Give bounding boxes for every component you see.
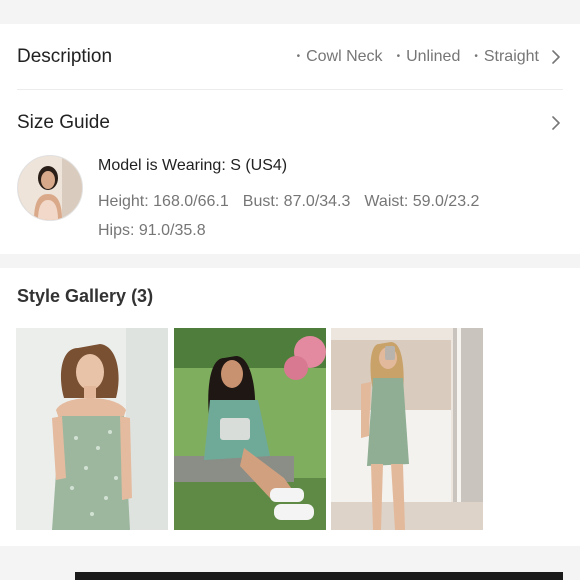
model-measurements: Model is Wearing: S (US4) Height: 168.0/… [17, 155, 563, 245]
gallery-photo-3[interactable] [331, 328, 483, 530]
size-guide-row[interactable]: Size Guide [17, 105, 563, 141]
tag-unlined: Unlined [397, 48, 460, 66]
tag-straight: Straight [474, 48, 539, 66]
chevron-right-icon[interactable] [549, 116, 563, 130]
style-gallery-title: Style Gallery (3) [17, 286, 154, 306]
measurement-list: Height: 168.0/66.1 Bust: 87.0/34.3 Waist: … [98, 187, 518, 245]
description-row[interactable]: Description Cowl Neck Unlined Straight [17, 39, 563, 75]
bust-value: Bust: 87.0/34.3 [242, 193, 351, 210]
description-title: Description [17, 46, 113, 67]
bottom-action-bar[interactable] [75, 572, 563, 580]
divider [17, 89, 563, 90]
description-tags: Cowl Neck Unlined Straight [283, 48, 563, 66]
details-card: Description Cowl Neck Unlined Straight S… [0, 24, 580, 254]
model-photo [18, 156, 82, 220]
gallery-photo-2[interactable] [174, 328, 326, 530]
waist-value: Waist: 59.0/23.2 [364, 193, 480, 210]
model-wearing-text: Model is Wearing: S (US4) [98, 157, 288, 174]
tag-cowl-neck: Cowl Neck [297, 48, 382, 66]
hips-value: Hips: 91.0/35.8 [98, 222, 206, 239]
height-value: Height: 168.0/66.1 [98, 193, 229, 210]
chevron-right-icon[interactable] [549, 50, 563, 64]
model-avatar [17, 155, 83, 221]
style-gallery-card: Style Gallery (3) [0, 268, 580, 546]
gallery-photo-1[interactable] [16, 328, 168, 530]
size-guide-title: Size Guide [17, 112, 110, 133]
